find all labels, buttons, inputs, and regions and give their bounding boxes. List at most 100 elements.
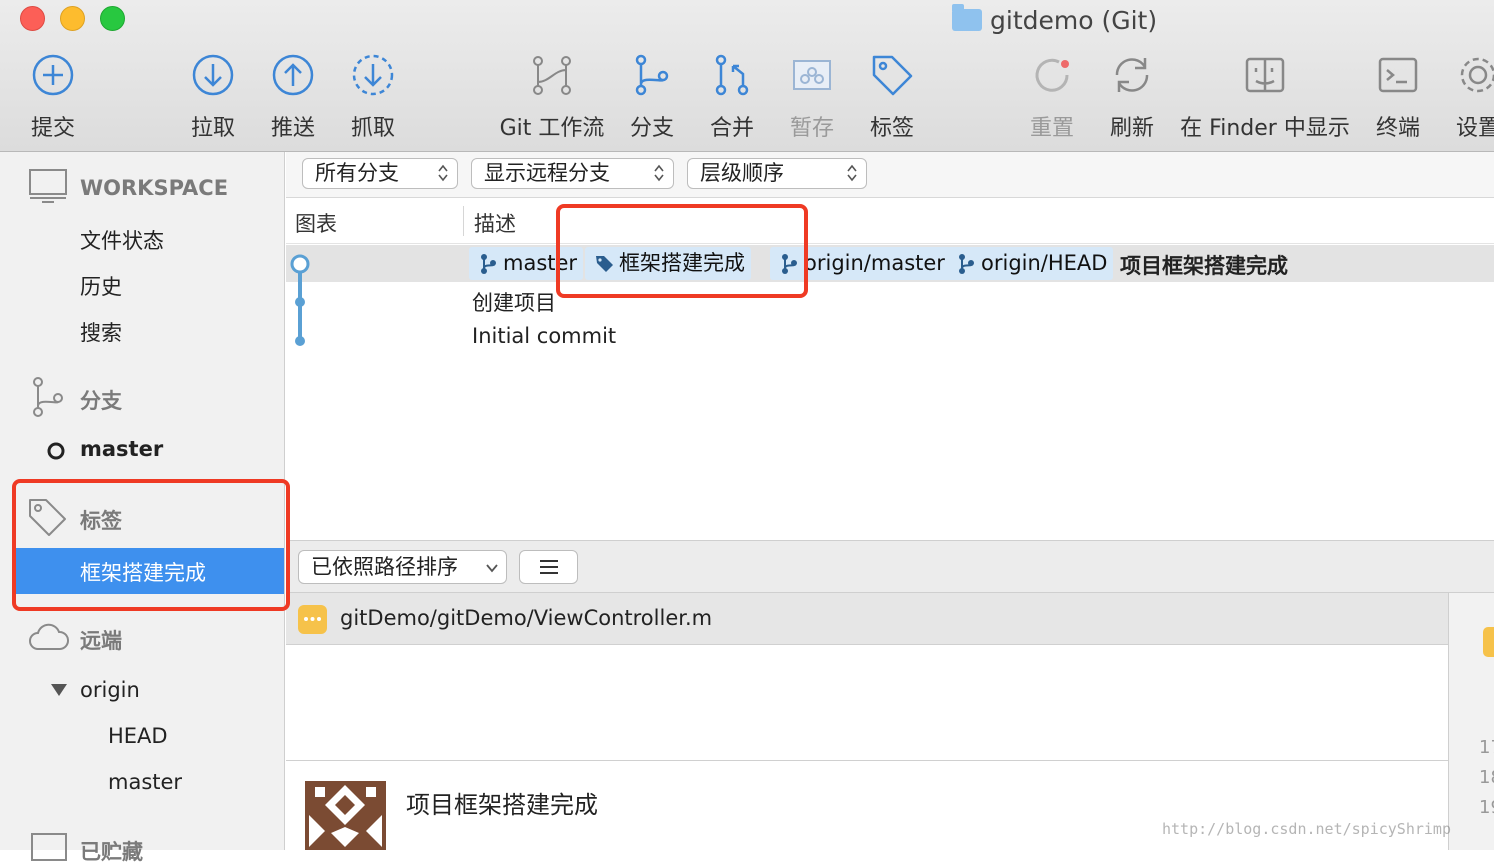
- monitor-icon: [29, 169, 67, 203]
- arrow-down-circle-icon: [192, 54, 234, 96]
- terminal-button[interactable]: 终端: [1374, 52, 1422, 148]
- sidebar-item-history[interactable]: 历史: [80, 271, 122, 301]
- ref-chip-remote-head: origin/HEAD: [947, 247, 1114, 280]
- refresh-button[interactable]: 刷新: [1108, 52, 1156, 148]
- tag-icon: [872, 55, 913, 96]
- file-path: gitDemo/gitDemo/ViewController.m: [340, 606, 713, 630]
- branch-icon: [959, 254, 974, 274]
- graph-node: [295, 297, 305, 307]
- diff-pane: 17 18 19: [1448, 593, 1494, 850]
- commit-message: 项目框架搭建完成: [1120, 254, 1288, 278]
- updown-chevron-icon: [847, 164, 857, 182]
- plus-circle-icon: [32, 54, 74, 96]
- column-description[interactable]: 描述: [474, 208, 516, 238]
- show-in-finder-button[interactable]: 在 Finder 中显示: [1180, 52, 1350, 148]
- commit-detail-title: 项目框架搭建完成: [406, 791, 598, 819]
- updown-chevron-icon: [438, 164, 448, 182]
- tag-label: 标签: [869, 116, 914, 141]
- line-number: 17: [1479, 737, 1494, 758]
- column-divider[interactable]: [463, 206, 464, 236]
- refresh-label: 刷新: [1109, 116, 1154, 141]
- arrow-up-circle-icon: [272, 54, 314, 96]
- sidebar-section-branches: 分支: [80, 389, 122, 413]
- stash-label: 暂存: [789, 116, 834, 141]
- ref-chip-label: origin/HEAD: [981, 251, 1108, 275]
- updown-chevron-icon: [654, 164, 664, 182]
- filter-bar: 所有分支 显示远程分支 层级顺序: [286, 152, 1494, 198]
- file-sort-value: 已依照路径排序: [311, 555, 458, 579]
- sidebar-item-origin[interactable]: origin: [80, 678, 140, 702]
- push-button[interactable]: 推送: [268, 52, 318, 148]
- highlight-box-sidebar-tags: [12, 479, 290, 611]
- modified-file-icon: [298, 605, 327, 634]
- graph-node-head: [290, 254, 310, 274]
- commit-row[interactable]: Initial commit: [286, 319, 1494, 356]
- settings-label: 设置: [1455, 116, 1494, 141]
- sidebar-item-file-status[interactable]: 文件状态: [80, 225, 164, 255]
- settings-button[interactable]: 设置: [1454, 52, 1494, 148]
- file-sort-select[interactable]: 已依照路径排序: [298, 550, 507, 584]
- changed-file-row[interactable]: gitDemo/gitDemo/ViewController.m: [286, 593, 1448, 645]
- git-flow-label: Git 工作流: [499, 116, 605, 141]
- sidebar-section-remotes: 远端: [80, 629, 122, 653]
- remote-filter-select[interactable]: 显示远程分支: [471, 158, 674, 189]
- pull-label: 拉取: [190, 116, 235, 141]
- tag-button[interactable]: 标签: [868, 52, 916, 148]
- sidebar-section-workspace: WORKSPACE: [80, 176, 229, 200]
- merge-button[interactable]: 合并: [708, 52, 756, 148]
- sidebar-item-origin-master[interactable]: master: [108, 770, 182, 794]
- sidebar-item-origin-head[interactable]: HEAD: [108, 724, 168, 748]
- avatar: [305, 781, 386, 850]
- terminal-label: 终端: [1375, 116, 1420, 141]
- window-title: gitdemo (Git): [952, 3, 1157, 37]
- git-flow-button[interactable]: Git 工作流: [500, 52, 604, 148]
- stash-button[interactable]: 暂存: [788, 52, 836, 148]
- zoom-window-button[interactable]: [100, 6, 125, 31]
- finder-icon: [1245, 57, 1285, 93]
- branch-icon: [635, 54, 669, 96]
- gear-icon: [1460, 57, 1494, 93]
- commit-graph: [290, 254, 310, 346]
- commit-message: 创建项目: [472, 291, 556, 315]
- close-window-button[interactable]: [20, 6, 45, 31]
- list-view-button[interactable]: [519, 550, 578, 584]
- ref-chip-label: origin/master: [804, 251, 945, 275]
- ellipsis-icon: [304, 617, 321, 621]
- folder-icon: [952, 4, 982, 31]
- sidebar-section-stashes: 已贮藏: [80, 840, 143, 864]
- minimize-window-button[interactable]: [60, 6, 85, 31]
- sidebar-item-master[interactable]: master: [80, 437, 163, 461]
- window-title-text: gitdemo (Git): [990, 5, 1158, 35]
- highlight-box-tag-chip: [556, 204, 808, 298]
- window-toolbar: gitdemo (Git) 提交 拉取 推送 抓取 Git 工作流 分支 合并 …: [0, 0, 1494, 152]
- diff-toolbar: 已依照路径排序: [286, 540, 1494, 593]
- commit-row[interactable]: master 框架搭建完成 origin/master origin/HEAD …: [286, 245, 1494, 282]
- branch-filter-select[interactable]: 所有分支: [302, 158, 458, 189]
- reset-button[interactable]: 重置: [1028, 52, 1076, 148]
- branch-filter-value: 所有分支: [315, 161, 399, 185]
- pull-button[interactable]: 拉取: [188, 52, 238, 148]
- git-flow-icon: [533, 56, 571, 95]
- branch-icon: [481, 254, 496, 274]
- order-filter-value: 层级顺序: [700, 161, 784, 185]
- fetch-button[interactable]: 抓取: [348, 52, 398, 148]
- push-label: 推送: [270, 116, 315, 141]
- branch-button[interactable]: 分支: [628, 52, 676, 148]
- branch-label: 分支: [629, 116, 674, 141]
- order-filter-select[interactable]: 层级顺序: [687, 158, 867, 189]
- disclosure-triangle-icon[interactable]: [50, 683, 68, 697]
- branch-icon: [33, 377, 63, 417]
- commit-list-header: 图表 描述: [286, 198, 1494, 244]
- sidebar-item-search[interactable]: 搜索: [80, 317, 122, 347]
- line-number: 19: [1479, 797, 1494, 818]
- line-number: 18: [1479, 767, 1494, 788]
- merge-label: 合并: [709, 116, 754, 141]
- commit-button[interactable]: 提交: [28, 52, 78, 148]
- reset-icon: [1035, 58, 1069, 92]
- fetch-label: 抓取: [350, 116, 395, 141]
- hamburger-icon: [540, 560, 558, 574]
- column-graph[interactable]: 图表: [295, 208, 337, 238]
- commit-row[interactable]: 创建项目: [286, 282, 1494, 319]
- cloud-icon: [29, 623, 69, 650]
- modified-file-icon: [1483, 627, 1494, 657]
